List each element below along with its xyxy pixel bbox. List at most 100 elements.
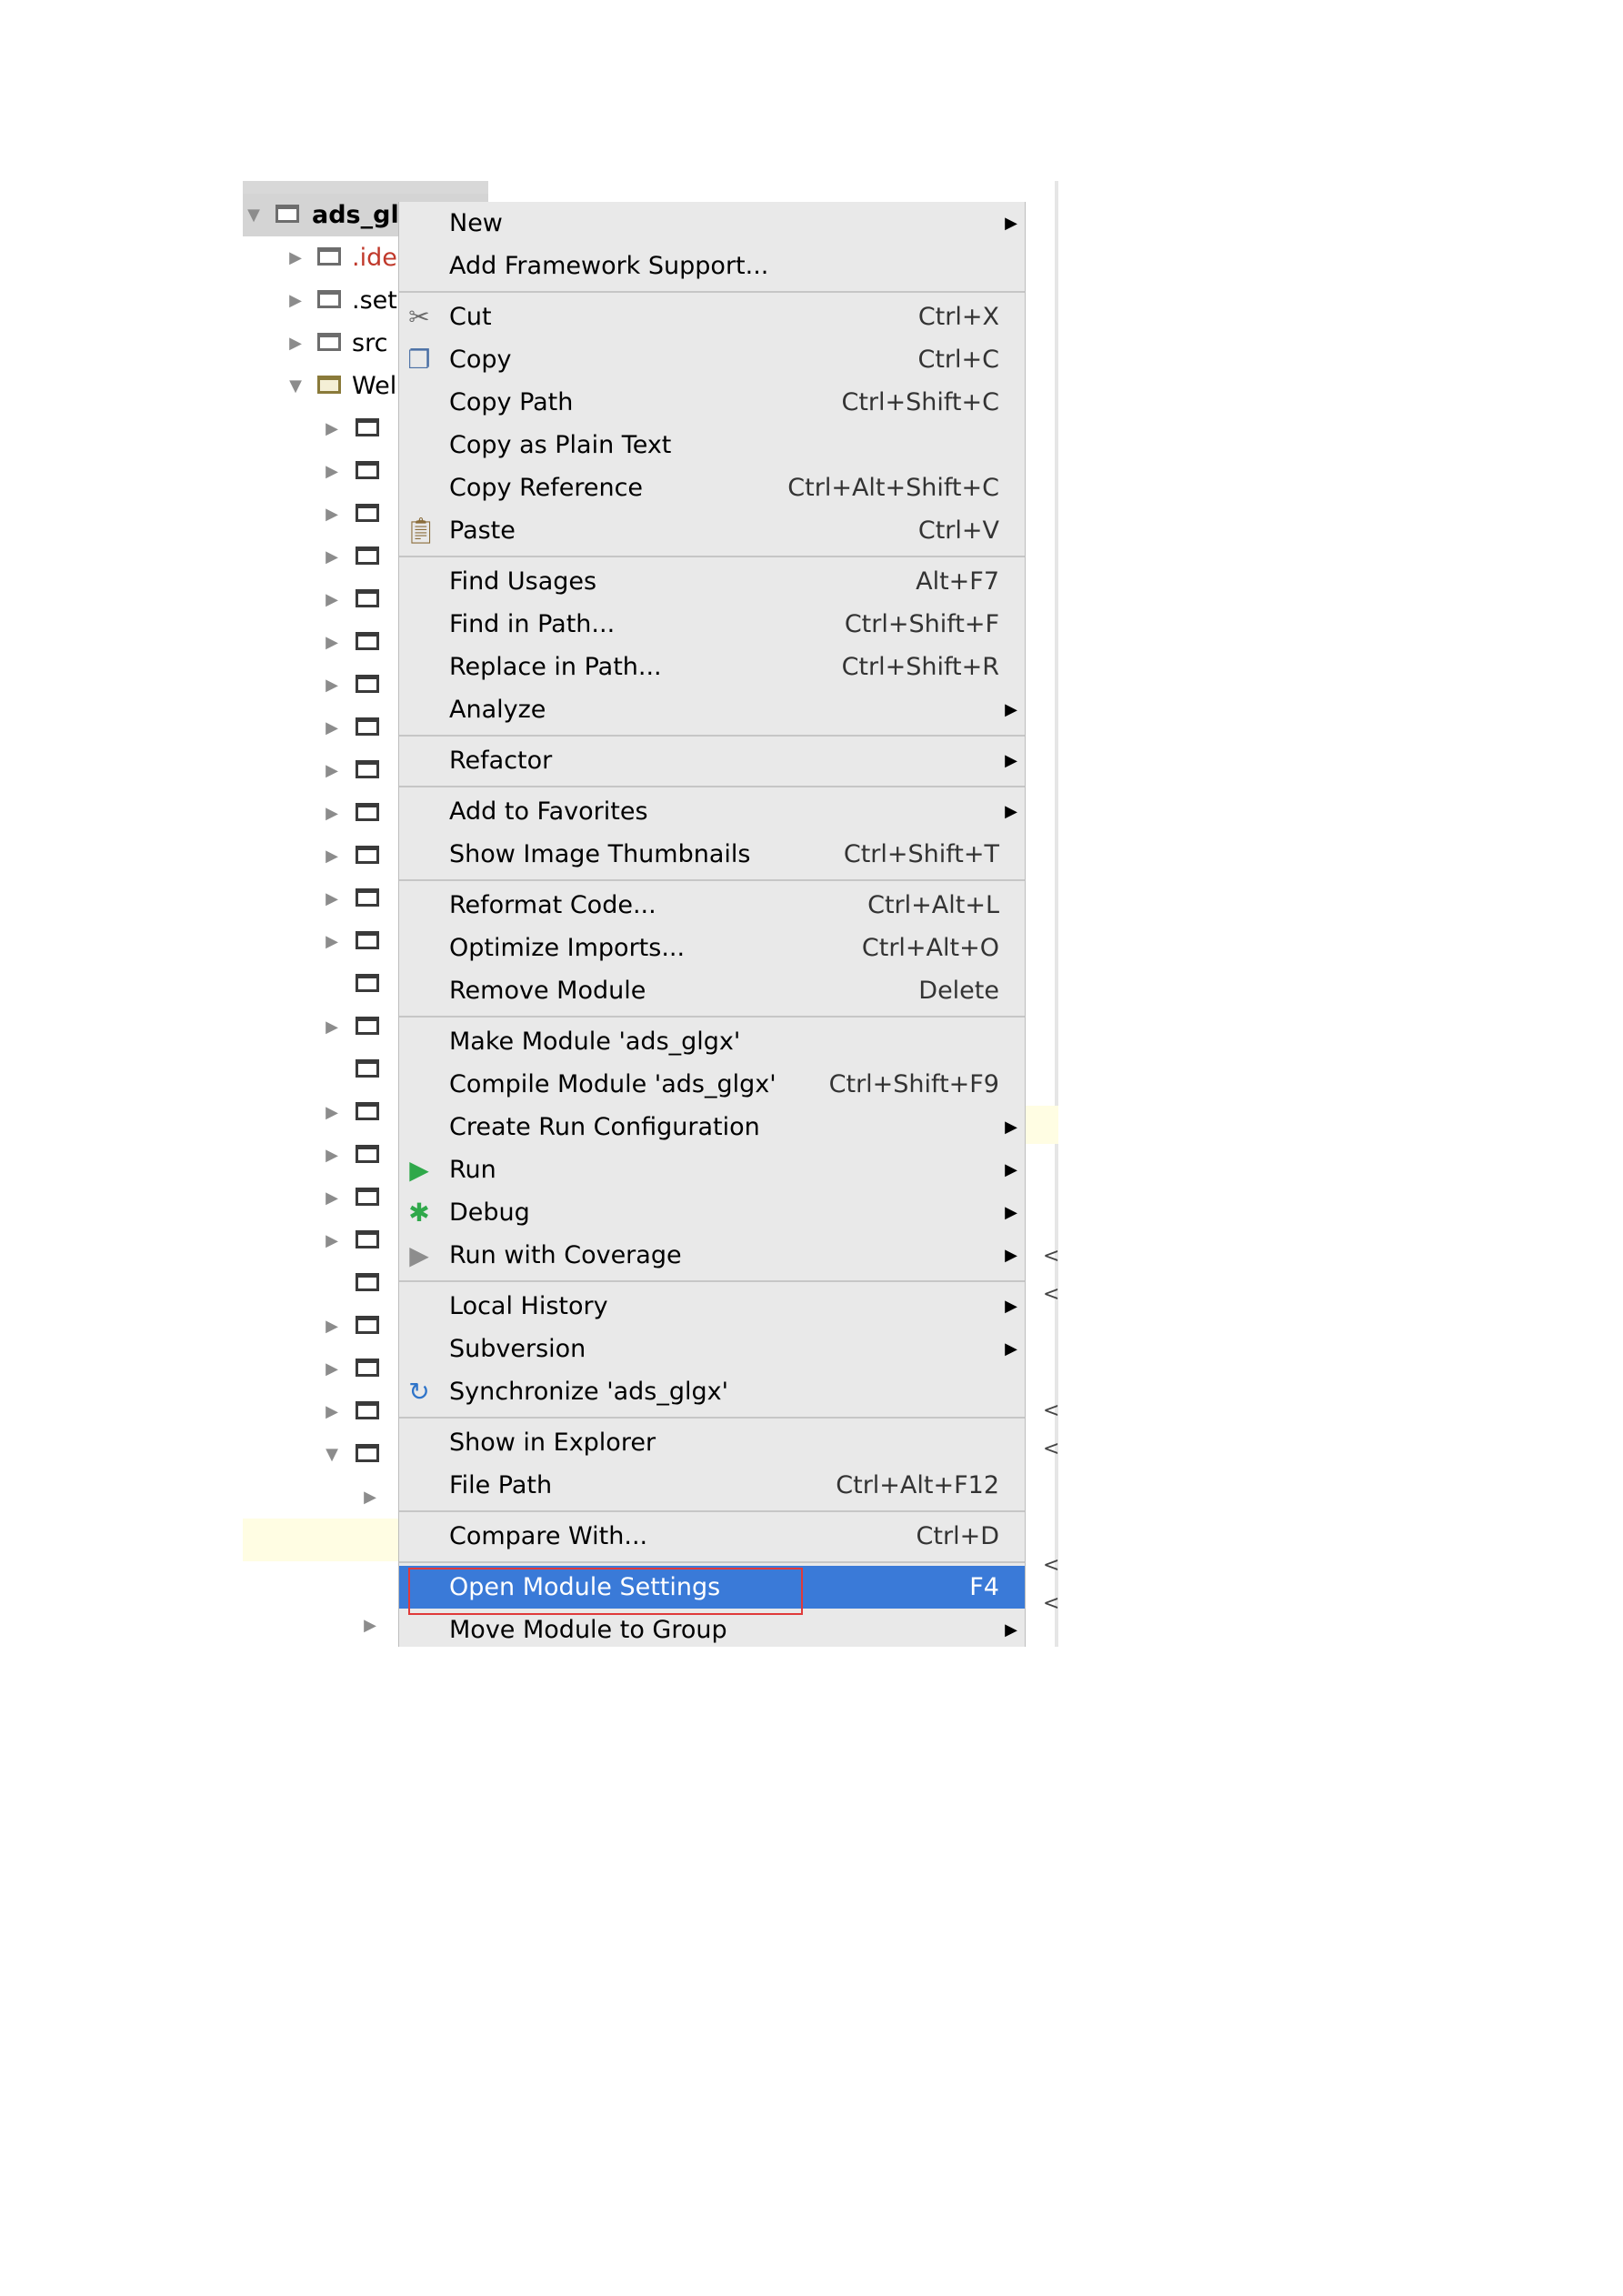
menu-item-synchronize-ads-glgx[interactable]: ↻ Synchronize 'ads_glgx' [399,1370,1025,1413]
expand-arrow-icon[interactable]: ▶ [323,749,341,792]
tree-row-label: .ide [352,244,397,272]
menu-item-analyze[interactable]: Analyze ▶ [399,688,1025,731]
expand-arrow-icon[interactable]: ▶ [323,493,341,536]
menu-item-label: Add Framework Support... [449,252,769,280]
menu-separator [399,1413,1025,1421]
menu-item-refactor[interactable]: Refactor ▶ [399,739,1025,782]
run-icon: ▶ [409,1155,429,1185]
menu-item-optimize-imports[interactable]: Optimize Imports... Ctrl+Alt+O [399,927,1025,969]
menu-item-new[interactable]: New ▶ [399,202,1025,245]
menu-item-file-path[interactable]: File Path Ctrl+Alt+F12 [399,1464,1025,1507]
editor-edge [1055,181,1058,1647]
folder-icon [356,931,379,949]
menu-item-label: Move Module to Group [449,1616,727,1644]
expand-arrow-icon[interactable]: ▶ [323,1348,341,1390]
folder-icon [356,1188,379,1206]
menu-item-move-module-to-group[interactable]: Move Module to Group ▶ [399,1609,1025,1647]
menu-item-replace-in-path[interactable]: Replace in Path... Ctrl+Shift+R [399,646,1025,688]
expand-arrow-icon[interactable]: ▶ [323,1091,341,1134]
menu-item-compare-with[interactable]: Compare With... Ctrl+D [399,1515,1025,1558]
menu-item-cut[interactable]: ✂ Cut Ctrl+X [399,296,1025,338]
menu-separator [399,1507,1025,1515]
expand-arrow-icon[interactable]: ▶ [323,877,341,920]
menu-item-run-with-coverage[interactable]: ▶ Run with Coverage ▶ [399,1234,1025,1277]
folder-icon [356,1273,379,1291]
menu-item-copy-as-plain-text[interactable]: Copy as Plain Text [399,424,1025,466]
menu-item-label: Open Module Settings [449,1573,721,1601]
menu-item-label: Synchronize 'ads_glgx' [449,1378,729,1406]
menu-item-label: Paste [449,516,516,545]
paste-icon: 📋︎ [405,516,437,546]
expand-arrow-icon[interactable]: ▶ [323,835,341,877]
expand-arrow-icon[interactable]: ▼ [323,1433,341,1476]
menu-item-find-in-path[interactable]: Find in Path... Ctrl+Shift+F [399,603,1025,646]
expand-arrow-icon[interactable]: ▶ [323,792,341,835]
submenu-arrow-icon: ▶ [1005,1203,1017,1222]
menu-item-open-module-settings[interactable]: Open Module Settings F4 [399,1566,1025,1615]
expand-arrow-icon[interactable]: ▶ [361,1604,379,1647]
folder-icon [356,974,379,992]
expand-arrow-icon[interactable]: ▶ [323,664,341,707]
expand-arrow-icon[interactable]: ▶ [323,450,341,493]
expand-arrow-icon[interactable]: ▶ [323,578,341,621]
folder-icon [356,632,379,650]
expand-arrow-icon[interactable]: ▼ [245,194,263,236]
menu-item-reformat-code[interactable]: Reformat Code... Ctrl+Alt+L [399,884,1025,927]
expand-arrow-icon[interactable]: ▶ [323,1006,341,1048]
expand-arrow-icon[interactable]: ▶ [323,920,341,963]
menu-item-shortcut: Ctrl+Alt+F12 [836,1471,999,1499]
expand-arrow-icon[interactable]: ▶ [323,407,341,450]
expand-arrow-icon[interactable]: ▶ [323,1305,341,1348]
menu-item-debug[interactable]: ✱ Debug ▶ [399,1191,1025,1234]
menu-item-shortcut: F4 [969,1573,999,1601]
expand-arrow-icon[interactable]: ▶ [323,1177,341,1219]
expand-arrow-icon[interactable]: ▶ [323,621,341,664]
menu-item-label: Optimize Imports... [449,934,686,962]
expand-arrow-icon[interactable]: ▶ [323,536,341,578]
expand-arrow-icon[interactable]: ▶ [323,1219,341,1262]
expand-arrow-icon[interactable]: ▶ [286,322,305,365]
menu-item-label: Copy Path [449,388,574,416]
menu-item-run[interactable]: ▶ Run ▶ [399,1148,1025,1191]
menu-item-add-to-favorites[interactable]: Add to Favorites ▶ [399,790,1025,833]
menu-item-label: Analyze [449,696,546,724]
submenu-arrow-icon: ▶ [1005,1160,1017,1179]
expand-arrow-icon[interactable]: ▶ [286,279,305,322]
menu-item-compile-module-ads-glgx[interactable]: Compile Module 'ads_glgx' Ctrl+Shift+F9 [399,1063,1025,1106]
menu-item-copy-path[interactable]: Copy Path Ctrl+Shift+C [399,381,1025,424]
menu-item-remove-module[interactable]: Remove Module Delete [399,969,1025,1012]
menu-item-label: Run with Coverage [449,1241,682,1269]
menu-item-make-module-ads-glgx[interactable]: Make Module 'ads_glgx' [399,1020,1025,1063]
expand-arrow-icon[interactable]: ▶ [323,707,341,749]
context-menu: New ▶ Add Framework Support... ✂ Cut Ctrl+X ❐ C… [398,202,1026,1647]
menu-item-show-in-explorer[interactable]: Show in Explorer [399,1421,1025,1464]
expand-arrow-icon[interactable]: ▶ [286,236,305,279]
menu-item-label: Compile Module 'ads_glgx' [449,1070,776,1098]
expand-arrow-icon[interactable]: ▶ [323,1134,341,1177]
menu-item-find-usages[interactable]: Find Usages Alt+F7 [399,560,1025,603]
menu-item-label: Copy Reference [449,474,644,502]
menu-item-add-framework-support[interactable]: Add Framework Support... [399,245,1025,287]
scissors-icon: ✂ [408,302,430,332]
menu-item-shortcut: Ctrl+Shift+R [841,653,999,681]
folder-icon [356,717,379,736]
editor-glyph-fragment: < [1043,1245,1058,1268]
menu-item-show-image-thumbnails[interactable]: Show Image Thumbnails Ctrl+Shift+T [399,833,1025,876]
menu-item-label: Remove Module [449,977,646,1005]
menu-item-create-run-configuration[interactable]: Create Run Configuration ▶ [399,1106,1025,1148]
folder-icon [356,1444,379,1462]
menu-item-label: Show in Explorer [449,1429,656,1457]
expand-arrow-icon[interactable]: ▶ [361,1476,379,1519]
menu-item-local-history[interactable]: Local History ▶ [399,1285,1025,1328]
expand-arrow-icon[interactable]: ▼ [286,365,305,407]
menu-item-subversion[interactable]: Subversion ▶ [399,1328,1025,1370]
folder-icon [356,675,379,693]
menu-separator [399,287,1025,296]
expand-arrow-icon[interactable]: ▶ [323,1390,341,1433]
menu-item-paste[interactable]: 📋︎ Paste Ctrl+V [399,509,1025,552]
menu-item-copy[interactable]: ❐ Copy Ctrl+C [399,338,1025,381]
menu-item-copy-reference[interactable]: Copy Reference Ctrl+Alt+Shift+C [399,466,1025,509]
menu-separator [399,1558,1025,1566]
submenu-arrow-icon: ▶ [1005,1620,1017,1639]
folder-icon [356,1017,379,1035]
